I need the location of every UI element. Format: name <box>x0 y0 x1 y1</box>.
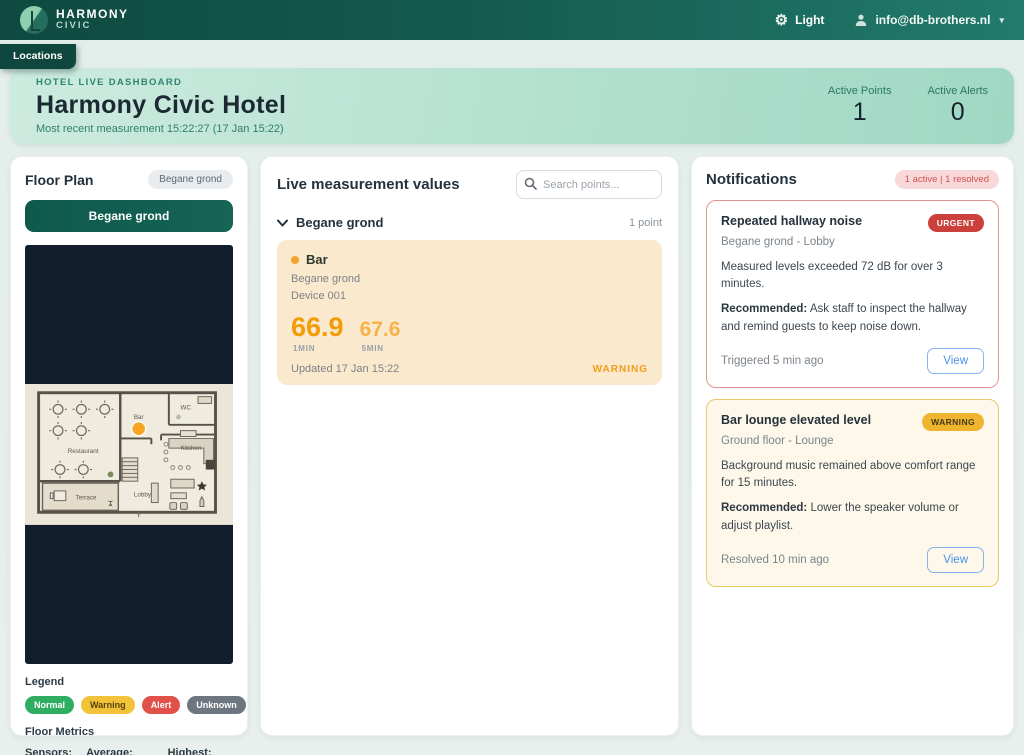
floor-plan-title: Floor Plan <box>25 171 94 188</box>
floor-plan-drawing: Restaurant Bar WC Kitchen Lobby Terrace <box>25 384 233 525</box>
room-label-wc: WC <box>181 404 192 411</box>
notifications-title: Notifications <box>706 171 797 188</box>
dashboard-eyebrow: HOTEL LIVE DASHBOARD <box>36 77 183 88</box>
severity-badge-warning: WARNING <box>922 412 984 431</box>
severity-badge-urgent: URGENT <box>927 214 984 232</box>
brand-name: HARMONY <box>56 6 129 21</box>
gear-icon: ⚙ <box>774 11 789 29</box>
active-points-stat: Active Points 1 <box>828 85 892 127</box>
top-navbar: HARMONY CIVIC ⚙ Light info@db-brothers.n… <box>0 0 1024 40</box>
legend-title: Legend <box>25 676 65 688</box>
notifications-panel: Notifications 1 active | 1 resolved Repe… <box>691 156 1014 736</box>
notification-body: Measured levels exceeded 72 dB for over … <box>721 261 943 290</box>
floor-group-toggle[interactable]: Begane grond 1 point <box>277 215 662 230</box>
user-menu[interactable]: info@db-brothers.nl ▾ <box>854 13 1004 27</box>
notification-card-urgent: Repeated hallway noise URGENT Begane gro… <box>706 200 999 388</box>
floor-select-button[interactable]: Begane grond <box>25 200 233 232</box>
locations-tab[interactable]: Locations <box>0 44 76 69</box>
legend-normal-pill: Normal <box>25 696 75 714</box>
search-box <box>516 170 662 199</box>
legend-unknown-pill: Unknown <box>187 696 246 714</box>
notification-time: Triggered 5 min ago <box>721 354 824 367</box>
point-status-badge: WARNING <box>592 363 648 375</box>
harmony-civic-logo-icon <box>20 6 48 34</box>
value-1min: 66.9 1MIN <box>291 312 344 354</box>
point-updated: Updated 17 Jan 15:22 <box>291 363 400 375</box>
notification-recommendation: Recommended: Lower the speaker volume or… <box>721 502 959 533</box>
floor-badge: Begane grond <box>148 170 233 189</box>
measurement-point-card-bar[interactable]: Bar Begane grond Device 001 66.9 1MIN 67… <box>277 240 662 385</box>
active-points-value: 1 <box>852 98 867 126</box>
floor-metrics-line: Sensors: 1 Average: 66.9 dB Highest: 66.… <box>25 747 233 755</box>
highest-metric: Highest: 66.9 dB <box>167 747 212 755</box>
brand[interactable]: HARMONY CIVIC <box>20 6 129 34</box>
chevron-down-icon: ▾ <box>999 14 1004 25</box>
average-metric: Average: 66.9 dB <box>86 747 133 755</box>
active-alerts-value: 0 <box>950 98 965 126</box>
floor-group-name: Begane grond <box>296 215 384 230</box>
active-alerts-stat: Active Alerts 0 <box>927 85 988 127</box>
active-alerts-label: Active Alerts <box>927 85 988 97</box>
room-label-bar: Bar <box>134 414 144 421</box>
legend-warning-pill: Warning <box>81 696 135 714</box>
floor-group-count: 1 point <box>628 216 662 229</box>
last-measurement-text: Most recent measurement 15:22:27 (17 Jan… <box>36 123 284 135</box>
floor-metrics-title: Floor Metrics <box>25 726 95 738</box>
live-values-title: Live measurement values <box>277 176 460 193</box>
room-label-kitchen: Kitchen <box>181 445 203 452</box>
room-label-terrace: Terrace <box>76 495 97 502</box>
notification-time: Resolved 10 min ago <box>721 553 830 566</box>
search-input[interactable] <box>516 170 662 199</box>
floor-plan-panel: Floor Plan Begane grond Begane grond Res… <box>10 156 248 755</box>
room-label-restaurant: Restaurant <box>68 448 99 455</box>
user-email: info@db-brothers.nl <box>875 13 991 27</box>
notification-location: Ground floor - Lounge <box>721 434 834 447</box>
notification-title: Bar lounge elevated level <box>721 412 872 427</box>
brand-subname: CIVIC <box>56 20 92 32</box>
sensor-marker-bar[interactable] <box>132 422 146 436</box>
live-values-panel: Live measurement values Begane grond 1 p… <box>260 156 679 736</box>
person-icon <box>856 14 867 26</box>
view-button[interactable]: View <box>927 546 984 573</box>
sensors-metric: Sensors: 1 <box>25 747 73 755</box>
notification-body: Background music remained above comfort … <box>721 459 976 489</box>
hotel-header-card: HOTEL LIVE DASHBOARD Harmony Civic Hotel… <box>10 68 1014 144</box>
legend-row: Normal Warning Alert Unknown <box>25 696 246 714</box>
floor-plan-viewport[interactable]: Restaurant Bar WC Kitchen Lobby Terrace <box>25 245 233 664</box>
view-button[interactable]: View <box>927 347 984 374</box>
point-device: Device 001 <box>291 289 347 302</box>
notification-recommendation: Recommended: Ask staff to inspect the ha… <box>721 303 967 334</box>
value-5min: 67.6 5MIN <box>359 317 401 353</box>
point-meta: Begane grond Device 001 <box>291 271 648 304</box>
active-points-label: Active Points <box>827 85 892 97</box>
status-dot-icon <box>291 255 299 264</box>
chevron-down-icon <box>277 219 288 227</box>
theme-toggle-label: Light <box>795 13 825 27</box>
notification-title: Repeated hallway noise <box>721 214 863 228</box>
notifications-count-badge: 1 active | 1 resolved <box>894 170 999 189</box>
point-name: Bar <box>306 252 328 267</box>
legend-alert-pill: Alert <box>141 696 181 714</box>
theme-toggle[interactable]: ⚙ Light <box>775 13 825 28</box>
notification-card-warning: Bar lounge elevated level WARNING Ground… <box>706 398 999 587</box>
point-floor: Begane grond <box>291 273 361 285</box>
search-icon <box>524 177 537 190</box>
notification-location: Begane grond - Lobby <box>721 236 835 248</box>
room-label-lobby: Lobby <box>134 492 152 499</box>
page-title: Harmony Civic Hotel <box>36 91 287 119</box>
